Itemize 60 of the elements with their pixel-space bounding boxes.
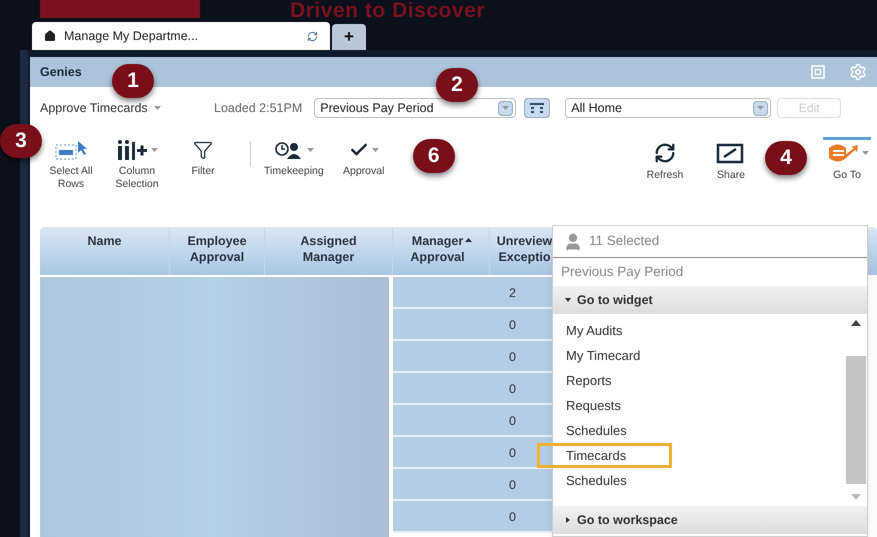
refresh-icon — [654, 142, 676, 164]
dropdown-button[interactable] — [753, 100, 768, 116]
select-tool-button[interactable]: Select All Rows — [42, 137, 100, 191]
scroll-down-icon[interactable] — [851, 494, 861, 500]
select-rows-icon — [54, 139, 88, 161]
settings-icon[interactable] — [849, 63, 867, 81]
timekeeping-tool-button[interactable]: Timekeeping — [261, 137, 327, 178]
table-cell-text: 2 — [508, 285, 517, 302]
caret-icon — [862, 151, 868, 155]
calendar-button[interactable] — [524, 98, 550, 118]
approval-tool-button[interactable]: Approval — [334, 137, 393, 178]
dropdown-button[interactable] — [498, 100, 514, 116]
callout-number: 6 — [412, 139, 455, 173]
table-cell-text: 0 — [508, 413, 517, 430]
caret-icon — [757, 106, 764, 110]
loaded-time: Loaded 2:51PM — [214, 100, 302, 117]
column-header[interactable]: Manager Approval — [393, 227, 490, 275]
banner-slogan: Driven to Discover — [290, 0, 486, 22]
section-header[interactable]: Go to widget — [553, 286, 867, 314]
caret-right-icon — [565, 517, 571, 523]
callout-number: 3 — [0, 124, 42, 158]
workspace-tab[interactable]: Manage My Departme... — [32, 22, 330, 50]
menu-item[interactable]: Timecards — [537, 443, 672, 468]
panel-title: Genies — [40, 64, 82, 81]
table-cell-text: 0 — [508, 349, 517, 366]
caret-icon — [306, 148, 314, 152]
view-dropdown[interactable]: Approve Timecards — [40, 98, 205, 118]
clock-person-icon — [274, 140, 304, 160]
table-cell-text: 0 — [508, 509, 517, 526]
refresh-icon — [307, 30, 318, 42]
column-header[interactable]: Employee Approval — [170, 227, 265, 275]
menu-period: Previous Pay Period — [560, 262, 684, 281]
caret-down-icon — [565, 297, 571, 303]
table-cell-text: 0 — [508, 445, 517, 462]
maximize-icon[interactable] — [811, 65, 825, 79]
column-header[interactable]: Assigned Manager — [265, 227, 393, 275]
table-cell-text: 0 — [508, 477, 517, 494]
selected-count: 11 Selected — [589, 232, 660, 250]
share-icon — [716, 142, 746, 164]
location-select[interactable]: All Home — [565, 98, 772, 118]
section-header[interactable]: Go to workspace — [553, 506, 867, 534]
table-cell-text: 0 — [508, 381, 517, 398]
scroll-up-icon[interactable] — [851, 320, 861, 326]
table-cell-text: 0 — [508, 317, 517, 334]
filter-tool-button[interactable]: Filter — [174, 137, 232, 178]
add-tab-button[interactable]: + — [332, 24, 366, 50]
share-tool-button[interactable]: Share — [707, 137, 755, 184]
callout-number: 4 — [765, 141, 807, 175]
caret-icon — [372, 148, 379, 152]
columns-add-icon — [116, 139, 148, 161]
home-icon — [44, 30, 56, 42]
caret-icon — [151, 148, 158, 152]
columns-tool-button[interactable]: Column Selection — [108, 137, 166, 191]
sort-up-icon — [464, 238, 472, 242]
caret-icon — [154, 106, 161, 110]
refresh-tool-button[interactable]: Refresh — [641, 137, 689, 184]
filter-icon — [193, 140, 213, 160]
goto-tool-button[interactable]: Go To — [823, 137, 871, 184]
caret-icon — [502, 106, 510, 110]
column-header[interactable]: Name — [40, 227, 170, 275]
